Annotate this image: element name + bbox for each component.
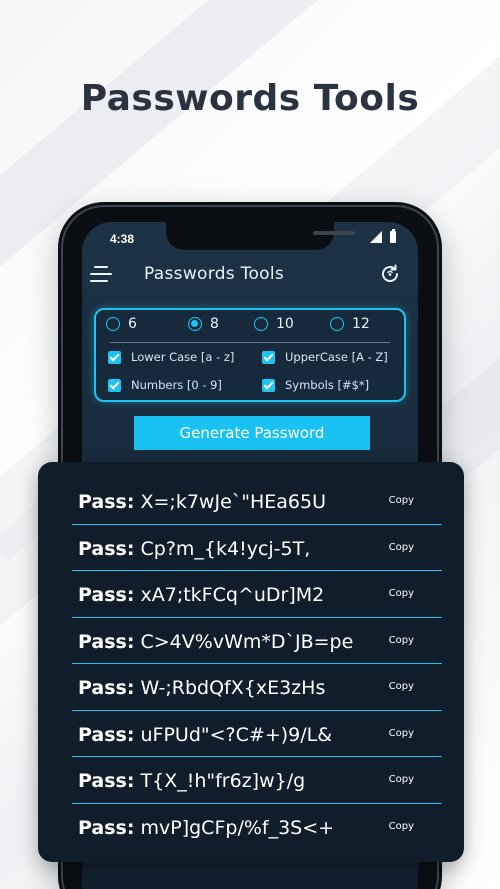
password-text: Pass: C>4V%vWm*D`JB=pe bbox=[78, 631, 353, 653]
status-icons bbox=[370, 229, 396, 243]
checkbox-label: Lower Case [a - z] bbox=[131, 350, 235, 364]
password-row: Pass: xA7;tkFCq^uDr]M2 Copy bbox=[72, 571, 442, 618]
length-label: 6 bbox=[128, 316, 137, 332]
radio-icon bbox=[254, 317, 268, 331]
checkbox-lowercase[interactable]: Lower Case [a - z] bbox=[108, 350, 234, 364]
app-bar: Passwords Tools bbox=[82, 258, 418, 290]
battery-icon bbox=[390, 229, 396, 243]
password-results-panel: Pass: X=;k7wJe`"HEa65U Copy Pass: Cp?m_{… bbox=[38, 462, 464, 862]
password-row: Pass: C>4V%vWm*D`JB=pe Copy bbox=[72, 618, 442, 664]
password-text: Pass: X=;k7wJe`"HEa65U bbox=[78, 491, 326, 513]
copy-button[interactable]: Copy bbox=[389, 681, 414, 692]
password-value: T{X_!h"fr6z]w}/g bbox=[140, 770, 306, 792]
checkbox-label: Symbols [#$*] bbox=[285, 378, 370, 392]
radio-selected-icon bbox=[188, 317, 202, 331]
pass-prefix: Pass: bbox=[78, 537, 135, 560]
status-time: 4:38 bbox=[110, 232, 135, 246]
password-row: Pass: T{X_!h"fr6z]w}/g Copy bbox=[72, 757, 442, 804]
copy-button[interactable]: Copy bbox=[389, 495, 414, 506]
copy-button[interactable]: Copy bbox=[389, 774, 414, 785]
copy-button[interactable]: Copy bbox=[389, 728, 414, 739]
length-label: 12 bbox=[352, 316, 370, 332]
length-options: 6 8 10 12 bbox=[96, 316, 404, 340]
length-option-10[interactable]: 10 bbox=[254, 316, 294, 332]
checkbox-label: UpperCase [A - Z] bbox=[285, 350, 388, 364]
generate-password-button[interactable]: Generate Password bbox=[134, 416, 370, 450]
password-row: Pass: Cp?m_{k4!ycj-5T, Copy bbox=[72, 525, 442, 571]
radio-icon bbox=[330, 317, 344, 331]
menu-icon[interactable] bbox=[90, 266, 114, 282]
password-text: Pass: Cp?m_{k4!ycj-5T, bbox=[78, 538, 310, 560]
refresh-icon[interactable] bbox=[378, 262, 402, 286]
page-headline: Passwords Tools bbox=[80, 78, 420, 119]
length-label: 10 bbox=[276, 316, 294, 332]
pass-prefix: Pass: bbox=[78, 630, 135, 653]
password-value: mvP]gCFp/%f_3S<+ bbox=[140, 816, 335, 839]
copy-button[interactable]: Copy bbox=[389, 542, 414, 553]
checkbox-label: Numbers [0 - 9] bbox=[131, 378, 222, 392]
password-value: Cp?m_{k4!ycj-5T, bbox=[140, 537, 311, 560]
password-text: Pass: uFPUd"<?C#+)9/L& bbox=[78, 724, 332, 746]
password-row: Pass: mvP]gCFp/%f_3S<+ Copy bbox=[72, 804, 442, 851]
pass-prefix: Pass: bbox=[78, 723, 135, 746]
password-value: X=;k7wJe`"HEa65U bbox=[140, 491, 327, 513]
password-row: Pass: X=;k7wJe`"HEa65U Copy bbox=[72, 478, 442, 525]
pass-prefix: Pass: bbox=[78, 491, 135, 513]
checkbox-checked-icon bbox=[262, 378, 275, 392]
speaker-grille bbox=[313, 231, 355, 235]
copy-button[interactable]: Copy bbox=[389, 821, 414, 832]
copy-button[interactable]: Copy bbox=[389, 635, 414, 646]
checkbox-checked-icon bbox=[262, 350, 275, 364]
checkbox-symbols[interactable]: Symbols [#$*] bbox=[262, 378, 369, 392]
pass-prefix: Pass: bbox=[78, 816, 135, 839]
pass-prefix: Pass: bbox=[78, 584, 135, 606]
length-option-12[interactable]: 12 bbox=[330, 316, 370, 332]
pass-prefix: Pass: bbox=[78, 677, 135, 699]
app-title: Passwords Tools bbox=[144, 264, 285, 284]
password-value: xA7;tkFCq^uDr]M2 bbox=[140, 584, 325, 606]
options-divider bbox=[110, 342, 390, 343]
password-value: W-;RbdQfX{xE3zHs bbox=[140, 677, 326, 699]
copy-button[interactable]: Copy bbox=[389, 588, 414, 599]
signal-icon bbox=[370, 231, 382, 243]
password-row: Pass: W-;RbdQfX{xE3zHs Copy bbox=[72, 664, 442, 711]
pass-prefix: Pass: bbox=[78, 770, 135, 792]
password-text: Pass: mvP]gCFp/%f_3S<+ bbox=[78, 817, 334, 839]
checkbox-uppercase[interactable]: UpperCase [A - Z] bbox=[262, 350, 388, 364]
checkbox-numbers[interactable]: Numbers [0 - 9] bbox=[108, 378, 222, 392]
password-text: Pass: T{X_!h"fr6z]w}/g bbox=[78, 770, 305, 792]
radio-icon bbox=[106, 317, 120, 331]
password-value: C>4V%vWm*D`JB=pe bbox=[140, 630, 354, 653]
password-row: Pass: uFPUd"<?C#+)9/L& Copy bbox=[72, 711, 442, 757]
password-value: uFPUd"<?C#+)9/L& bbox=[140, 723, 333, 746]
length-label: 8 bbox=[210, 316, 219, 332]
password-text: Pass: W-;RbdQfX{xE3zHs bbox=[78, 677, 325, 699]
options-card: 6 8 10 12 Lower Case [a - z] UpperCase [… bbox=[94, 308, 406, 402]
checkbox-checked-icon bbox=[108, 378, 121, 392]
phone-notch bbox=[166, 222, 355, 250]
length-option-8[interactable]: 8 bbox=[188, 316, 219, 332]
length-option-6[interactable]: 6 bbox=[106, 316, 137, 332]
checkbox-checked-icon bbox=[108, 350, 121, 364]
password-text: Pass: xA7;tkFCq^uDr]M2 bbox=[78, 584, 324, 606]
